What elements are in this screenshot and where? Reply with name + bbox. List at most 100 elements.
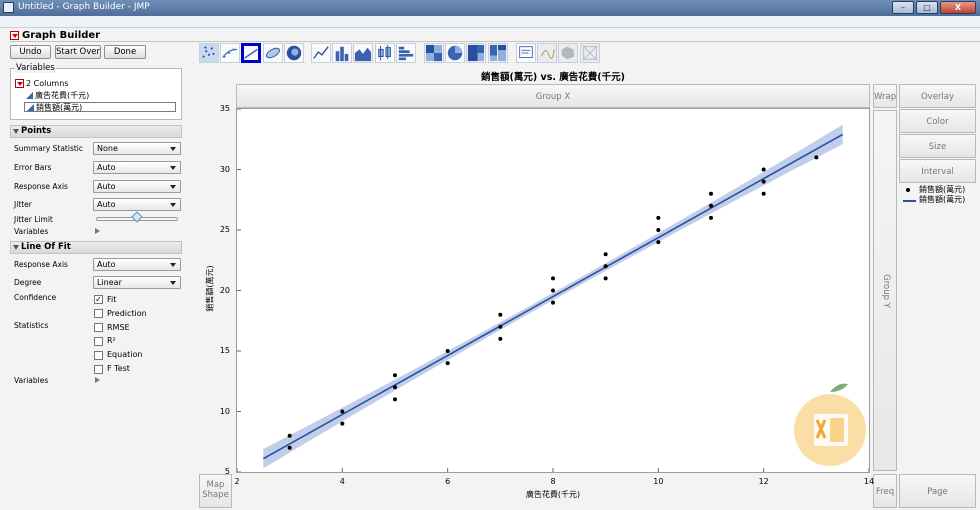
bar-element-icon[interactable] xyxy=(332,43,352,63)
formula-element-icon[interactable] xyxy=(537,43,557,63)
histogram-element-icon[interactable] xyxy=(396,43,416,63)
data-point[interactable] xyxy=(603,264,608,269)
group-y-zone[interactable]: Group Y xyxy=(873,110,897,471)
map-shapes-element-icon[interactable] xyxy=(558,43,578,63)
data-point[interactable] xyxy=(340,409,345,414)
legend-item-fit-line[interactable]: 銷售額(萬元) xyxy=(899,195,965,205)
data-point[interactable] xyxy=(656,228,661,232)
x-tick-label: 8 xyxy=(550,477,556,486)
data-point[interactable] xyxy=(761,191,766,196)
column-ad-spend[interactable]: 廣告花費(千元) xyxy=(24,91,176,101)
fit-checkbox-label: Fit xyxy=(107,295,117,304)
equation-checkbox[interactable] xyxy=(94,351,103,360)
rmse-checkbox[interactable] xyxy=(94,323,103,332)
smoother-element-icon[interactable] xyxy=(220,43,240,63)
data-point[interactable] xyxy=(709,203,713,208)
area-element-icon[interactable] xyxy=(353,43,373,63)
data-point[interactable] xyxy=(445,349,450,353)
heatmap-element-icon[interactable] xyxy=(424,43,444,63)
done-button[interactable]: Done xyxy=(104,45,146,59)
summary-statistic-select[interactable]: None xyxy=(93,142,181,155)
points-variables-expand-icon[interactable] xyxy=(95,228,100,234)
data-point[interactable] xyxy=(287,433,292,438)
window-controls: – □ X xyxy=(892,1,976,14)
data-point[interactable] xyxy=(551,276,555,281)
points-element-icon[interactable] xyxy=(199,43,219,63)
fit-checkbox[interactable]: ✓ xyxy=(94,295,103,304)
legend: 銷售額(萬元) 銷售額(萬元) xyxy=(899,185,965,205)
contour-element-icon[interactable] xyxy=(284,43,304,63)
ellipse-element-icon[interactable] xyxy=(263,43,283,63)
variables-label: Variables xyxy=(15,63,56,73)
line-of-fit-section-header[interactable]: Line Of Fit xyxy=(10,241,182,254)
fit-response-axis-select[interactable]: Auto xyxy=(93,258,181,271)
graph-title: 銷售額(萬元) vs. 廣告花費(千元) xyxy=(481,72,625,83)
error-bars-select[interactable]: Auto xyxy=(93,161,181,174)
page-zone[interactable]: Page xyxy=(899,474,976,508)
overlay-zone[interactable]: Overlay xyxy=(899,84,976,108)
data-point[interactable] xyxy=(656,240,661,245)
f-test-checkbox[interactable] xyxy=(94,365,103,374)
close-button[interactable]: X xyxy=(940,1,976,14)
color-zone[interactable]: Color xyxy=(899,109,976,133)
line-of-fit-element-icon[interactable] xyxy=(241,43,261,63)
points-section-header[interactable]: Points xyxy=(10,125,182,138)
data-point[interactable] xyxy=(709,191,713,196)
data-point[interactable] xyxy=(814,155,819,160)
undo-button[interactable]: Undo xyxy=(10,45,51,59)
columns-menu-icon[interactable] xyxy=(15,79,24,88)
start-over-button[interactable]: Start Over xyxy=(55,45,101,59)
watermark-logo xyxy=(794,383,866,466)
mosaic-element-icon[interactable] xyxy=(488,43,508,63)
line-element-icon[interactable] xyxy=(311,43,331,63)
data-point[interactable] xyxy=(393,385,397,390)
maximize-button[interactable]: □ xyxy=(916,1,938,14)
box-plot-element-icon[interactable] xyxy=(375,43,395,63)
column-sales[interactable]: 銷售額(萬元) xyxy=(24,102,176,112)
data-point[interactable] xyxy=(551,300,555,305)
prediction-checkbox[interactable] xyxy=(94,309,103,318)
plot-area[interactable] xyxy=(236,108,870,473)
jitter-limit-label: Jitter Limit xyxy=(14,215,53,224)
data-point[interactable] xyxy=(498,336,503,341)
y-tick-label: 15 xyxy=(219,346,230,355)
data-point[interactable] xyxy=(709,215,713,220)
fit-variables-expand-icon[interactable] xyxy=(95,377,100,383)
group-x-zone[interactable]: Group X xyxy=(236,84,870,108)
data-point[interactable] xyxy=(340,421,345,426)
legend-item-points[interactable]: 銷售額(萬元) xyxy=(899,185,965,195)
red-triangle-menu-icon[interactable] xyxy=(10,30,19,40)
data-point[interactable] xyxy=(761,179,766,184)
treemap-element-icon[interactable] xyxy=(466,43,486,63)
response-axis-select[interactable]: Auto xyxy=(93,180,181,193)
data-point[interactable] xyxy=(603,276,608,281)
data-point[interactable] xyxy=(498,312,503,317)
x-tick-label: 10 xyxy=(653,477,664,486)
data-point[interactable] xyxy=(393,373,397,378)
variables-panel: 2 Columns 廣告花費(千元) 銷售額(萬元) xyxy=(10,68,182,120)
app-icon xyxy=(3,2,14,13)
graph-builder-header: Graph Builder xyxy=(10,28,100,42)
interval-zone[interactable]: Interval xyxy=(899,159,976,183)
y-axis-label: 銷售額(萬元) xyxy=(205,265,215,312)
r-squared-checkbox[interactable] xyxy=(94,337,103,346)
data-point[interactable] xyxy=(551,288,555,293)
data-point[interactable] xyxy=(393,397,397,402)
jitter-select[interactable]: Auto xyxy=(93,198,181,211)
data-point[interactable] xyxy=(603,252,608,257)
minimize-button[interactable]: – xyxy=(892,1,914,14)
pie-element-icon[interactable] xyxy=(445,43,465,63)
data-point[interactable] xyxy=(656,215,661,220)
caption-box-element-icon[interactable] xyxy=(516,43,536,63)
jitter-label: Jitter xyxy=(14,200,32,209)
size-zone[interactable]: Size xyxy=(899,134,976,158)
degree-select[interactable]: Linear xyxy=(93,276,181,289)
y-tick-label: 35 xyxy=(219,104,230,113)
summary-statistic-label: Summary Statistic xyxy=(14,144,84,153)
points-map-element-icon[interactable] xyxy=(580,43,600,63)
data-point[interactable] xyxy=(498,324,503,329)
data-point[interactable] xyxy=(445,361,450,366)
data-point[interactable] xyxy=(761,167,766,172)
wrap-zone[interactable]: Wrap xyxy=(873,84,897,108)
data-point[interactable] xyxy=(287,445,292,450)
